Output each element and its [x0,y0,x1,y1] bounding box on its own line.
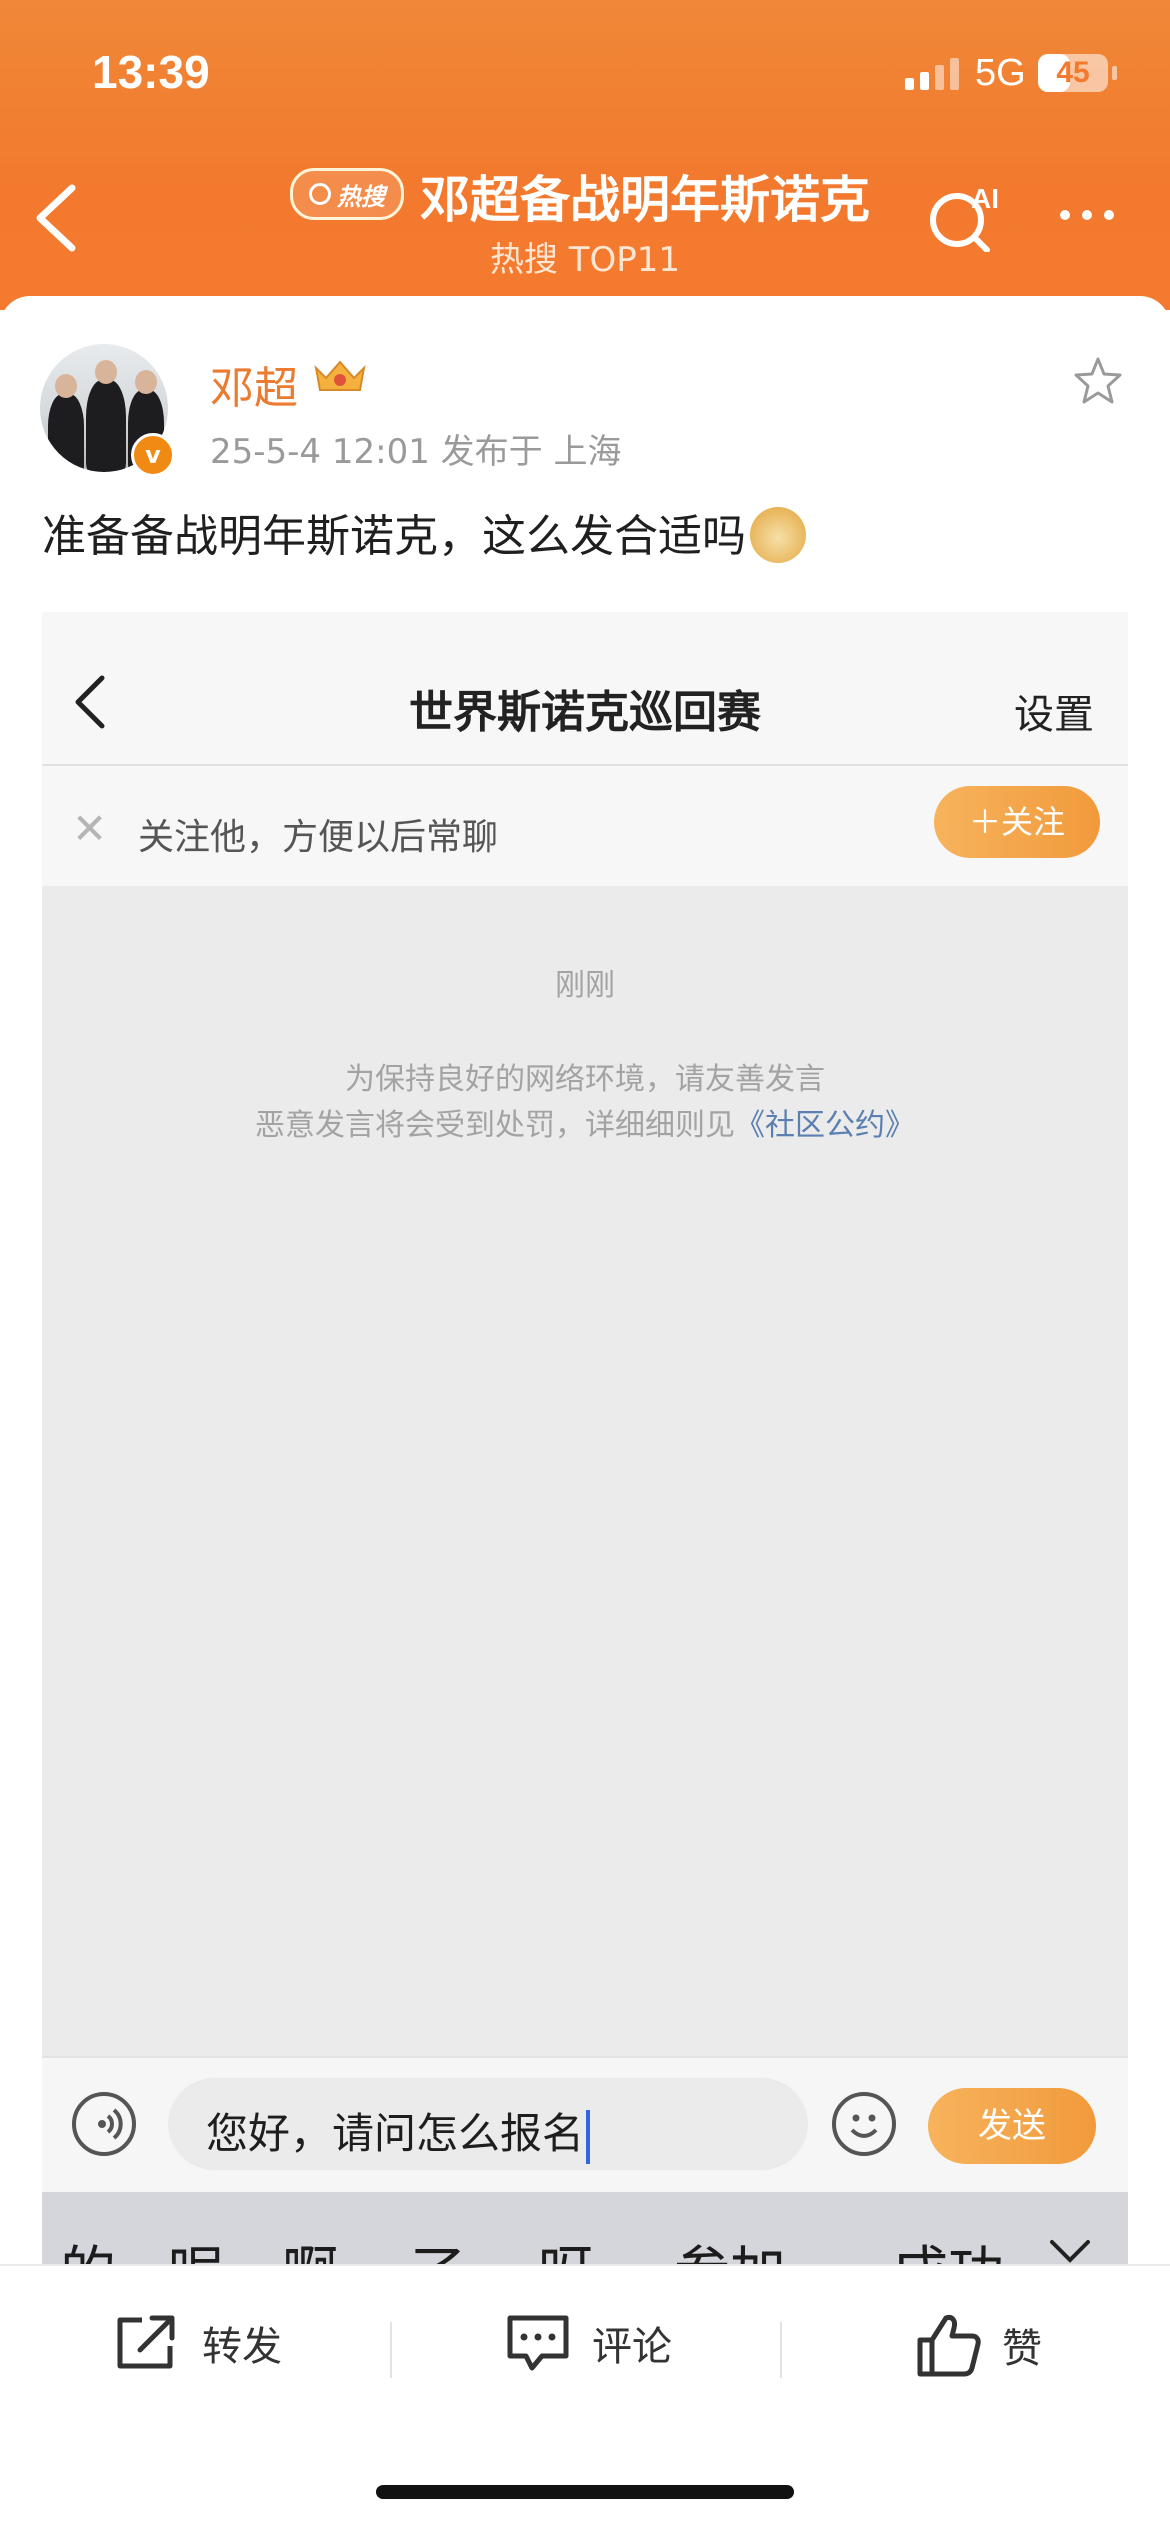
community-notice-line2: 恶意发言将会受到处罚，详细细则见《社区公约》 [255,1108,915,1143]
comment-button[interactable]: 评论 [504,2312,672,2374]
chat-nav-bar: 世界斯诺克巡回赛 设置 [42,612,1128,766]
candidate-word: 啊 [282,2228,338,2264]
chevron-down-icon [1050,2240,1090,2263]
emoji-icon [832,2092,896,2156]
candidate-word: 了 [410,2228,466,2264]
battery-level: 45 [1056,56,1090,89]
signal-icon [905,58,959,90]
follow-prompt-text: 关注他，方便以后常聊 [138,817,499,858]
candidate-word: 呢 [168,2228,224,2264]
status-time: 13:39 [92,46,210,98]
candidate-word: 成功 [892,2228,1042,2264]
share-icon [117,2315,175,2369]
voice-icon [72,2092,136,2156]
like-button[interactable]: 赞 [916,2312,1042,2378]
candidate-word: 呀 [538,2228,594,2264]
repost-button[interactable]: 转发 [112,2312,282,2374]
post-meta: 25-5-4 12:01 发布于 上海 [210,432,622,472]
candidate-word: 参加 [674,2228,786,2264]
post-text: 准备备战明年斯诺克，这么发合适吗 [42,500,806,567]
community-notice-line1: 为保持良好的网络环境，请友善发言 [345,1062,825,1097]
svg-text:AI: AI [971,183,999,214]
author-name[interactable]: 邓超 [210,352,298,416]
embedded-screenshot: 世界斯诺克巡回赛 设置 ✕ 关注他，方便以后常聊 ＋关注 刚刚 为保持良好的网络… [42,612,1128,2264]
more-menu-icon[interactable] [1060,200,1130,230]
settings-link: 设置 [1014,692,1094,738]
star-icon[interactable] [1072,355,1124,407]
close-icon: ✕ [72,804,108,853]
comment-icon [507,2315,569,2371]
hot-search-badge: 热搜 [290,168,404,220]
home-indicator [376,2485,794,2499]
ai-search-icon[interactable]: AI [925,180,1005,252]
candidate-word: 的 [60,2228,116,2264]
battery-icon: 45 [1038,54,1117,92]
message-input: 您好，请问怎么报名 [168,2078,808,2170]
thumbs-up-icon [917,2315,981,2377]
chat-input-bar: 您好，请问怎么报名 发送 [42,2056,1128,2194]
follow-prompt-bar: ✕ 关注他，方便以后常聊 ＋关注 [42,766,1128,886]
send-button: 发送 [928,2088,1096,2164]
page-title: 邓超备战明年斯诺克 [420,171,870,229]
verified-badge: v [131,433,175,477]
chat-timestamp: 刚刚 [555,968,615,1003]
top-header: 13:39 5G 45 热搜 邓超备战明年斯诺克 热搜 TOP11 AI [0,0,1170,310]
crown-icon [314,360,366,391]
follow-button: ＋关注 [934,786,1100,858]
ime-candidate-bar: 的 呢 啊 了 呀 参加 成功 [42,2192,1128,2264]
search-icon [309,183,331,205]
chat-title: 世界斯诺克巡回赛 [409,687,761,738]
doge-emoji-icon [750,507,806,563]
text-caret [586,2109,591,2164]
chat-messages-area: 刚刚 为保持良好的网络环境，请友善发言 恶意发言将会受到处罚，详细细则见《社区公… [42,886,1128,2056]
community-rules-link: 《社区公约》 [735,1108,915,1143]
network-type: 5G [975,52,1026,94]
